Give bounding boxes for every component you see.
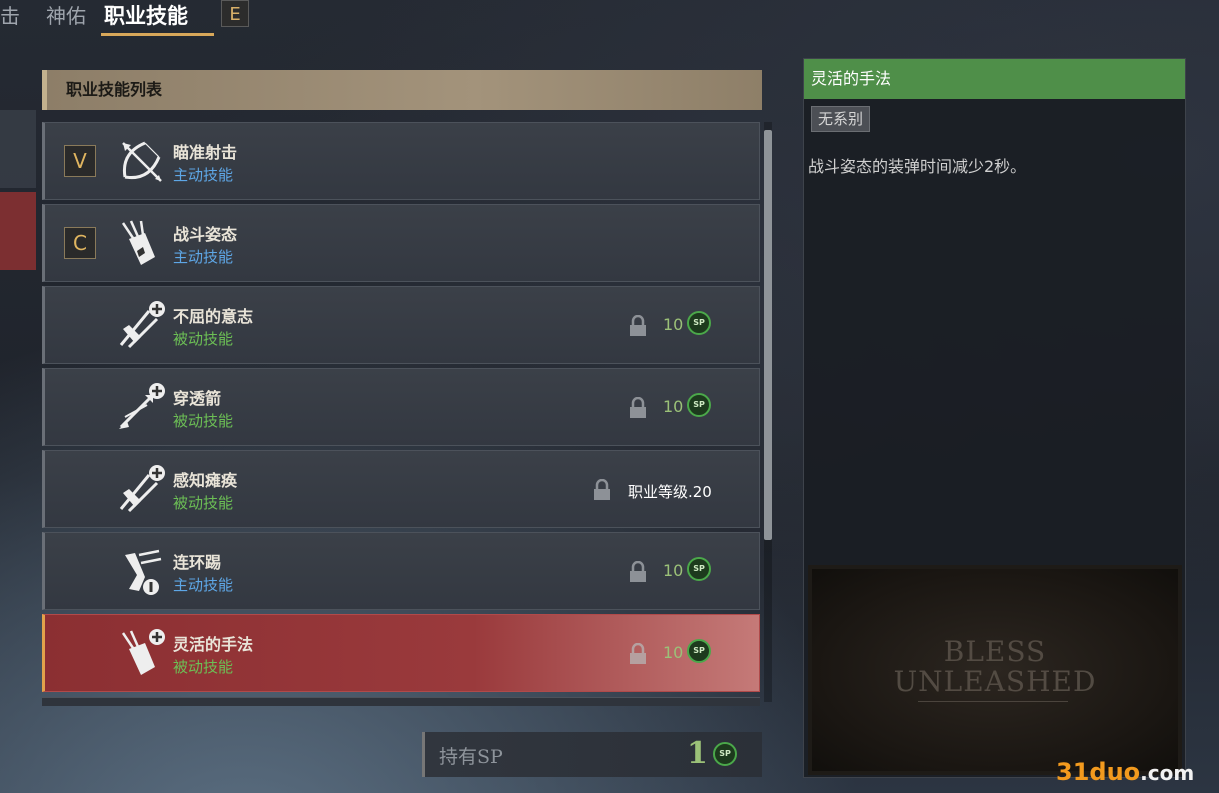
- bow-arrow-icon: [122, 141, 162, 182]
- skill-name: 穿透箭: [173, 389, 222, 408]
- skill-row[interactable]: 连环踢 主动技能 10 SP: [42, 532, 760, 610]
- sp-cost: 10: [663, 643, 684, 662]
- element-tag: 无系别: [811, 106, 871, 132]
- skill-type: 被动技能: [173, 494, 234, 512]
- lock-icon: [630, 397, 646, 418]
- lock-icon: [630, 643, 646, 664]
- skill-type: 被动技能: [173, 330, 234, 348]
- skill-name: 连环踢: [173, 553, 222, 572]
- skill-type: 被动技能: [173, 658, 234, 676]
- skill-name: 瞄准射击: [173, 143, 238, 162]
- skill-row[interactable]: V 瞄准射击 主动技能: [42, 122, 760, 200]
- watermark: 31duo.com: [1056, 758, 1195, 786]
- sp-cost: 10: [663, 315, 684, 334]
- skill-description: 战斗姿态的装弹时间减少2秒。: [808, 157, 1027, 176]
- hotkey-badge: V: [64, 145, 96, 177]
- tab-class-skills[interactable]: 职业技能: [104, 0, 188, 30]
- next-row-peek: [42, 697, 760, 706]
- skill-row[interactable]: 穿透箭 被动技能 10 SP: [42, 368, 760, 446]
- skill-preview-image: BLESS UNLEASHED: [808, 565, 1182, 775]
- scrollbar-thumb[interactable]: [764, 130, 772, 540]
- kick-icon: [125, 549, 162, 595]
- quiver-icon: [121, 220, 155, 265]
- sp-cost: 10: [663, 561, 684, 580]
- sp-icon: SP: [687, 557, 711, 581]
- skill-detail-panel: 灵活的手法 无系别 战斗姿态的装弹时间减少2秒。 BLESS UNLEASHED: [803, 58, 1186, 778]
- skill-name: 感知瘫痪: [173, 471, 238, 490]
- background-panel: [0, 110, 36, 188]
- quiver-plus-icon: [121, 629, 165, 675]
- hotkey-badge: C: [64, 227, 96, 259]
- tab-attack[interactable]: 击: [0, 0, 20, 29]
- tab-blessing[interactable]: 神佑: [46, 0, 86, 29]
- skill-name: 战斗姿态: [173, 225, 238, 244]
- skill-row[interactable]: 感知瘫痪 被动技能 职业等级.20: [42, 450, 760, 528]
- arrows-plus-icon: [119, 465, 165, 513]
- level-requirement: 职业等级.20: [628, 483, 712, 501]
- skill-row[interactable]: C 战斗姿态 主动技能: [42, 204, 760, 282]
- skill-type: 被动技能: [173, 412, 234, 430]
- lock-icon: [630, 561, 646, 582]
- sp-held-panel: 持有SP 1 SP: [422, 732, 762, 777]
- skill-type: 主动技能: [173, 248, 234, 266]
- next-tab-hotkey[interactable]: E: [221, 0, 249, 27]
- sp-icon: SP: [687, 639, 711, 663]
- sp-held-label: 持有SP: [439, 746, 503, 768]
- skill-name: 不屈的意志: [173, 307, 254, 326]
- lock-icon: [594, 479, 610, 500]
- skill-row[interactable]: 不屈的意志 被动技能 10 SP: [42, 286, 760, 364]
- sp-held-value: 1: [687, 736, 708, 771]
- sp-icon: SP: [687, 393, 711, 417]
- detail-title: 灵活的手法: [804, 59, 1185, 99]
- arrows-plus-icon: [119, 383, 165, 429]
- skill-type: 主动技能: [173, 166, 234, 184]
- skill-type: 主动技能: [173, 576, 234, 594]
- logo-divider: [918, 701, 1068, 702]
- active-tab-indicator: [101, 33, 214, 36]
- sp-cost: 10: [663, 397, 684, 416]
- sp-icon: SP: [713, 742, 737, 766]
- skill-row-selected[interactable]: 灵活的手法 被动技能 10 SP: [42, 614, 760, 692]
- skill-name: 灵活的手法: [173, 635, 254, 654]
- background-panel: [0, 192, 36, 270]
- sp-icon: SP: [687, 311, 711, 335]
- skill-list-header: 职业技能列表: [42, 70, 762, 110]
- logo-text: UNLEASHED: [893, 665, 1097, 698]
- logo-text: BLESS: [943, 635, 1047, 668]
- lock-icon: [630, 315, 646, 336]
- arrows-plus-icon: [119, 301, 165, 349]
